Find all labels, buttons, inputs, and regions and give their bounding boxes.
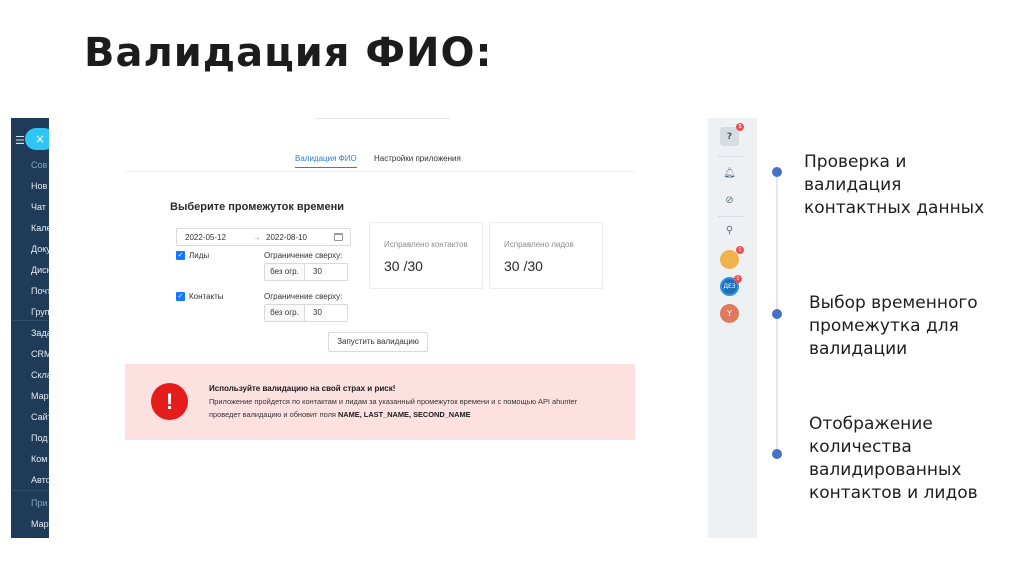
leads-limit-label: Ограничение сверху: [264, 251, 343, 260]
menu-icon[interactable]: ☰ [15, 134, 25, 147]
stat-label: Исправлено контактов [384, 240, 468, 249]
annotation-text: Проверка и валидация контактных данных [804, 152, 985, 218]
timeline-dot [772, 309, 782, 319]
run-validation-button[interactable]: Запустить валидацию [328, 332, 428, 352]
notification-badge: 1 [736, 123, 744, 131]
notification-badge: 1 [734, 275, 742, 283]
help-label: ? [726, 131, 733, 142]
limit-addon: без огр. [265, 305, 305, 321]
date-end[interactable]: 2022-08-10 [266, 233, 307, 242]
profile-avatar[interactable]: Y [720, 304, 739, 323]
sidebar-section-label: Сов [31, 160, 48, 170]
sidebar-item[interactable]: Мар [31, 519, 49, 529]
sidebar-item[interactable]: Под [31, 433, 48, 443]
calendar-icon[interactable] [334, 233, 343, 241]
left-navigation-sidebar: ☰ × Сов Нов Чат Кале Доку Диск Почт Груп… [11, 118, 49, 538]
sidebar-item[interactable]: Почт [31, 286, 49, 296]
sidebar-item[interactable]: Сайт [31, 412, 49, 422]
validation-app: Валидация ФИО Настройки приложения Выбер… [125, 118, 635, 538]
checkbox-checked-icon[interactable]: ✓ [176, 292, 185, 302]
stat-value: 30 /30 [384, 258, 423, 274]
toolbar-divider [718, 216, 744, 217]
sidebar-item[interactable]: Чат [31, 202, 46, 212]
contacts-limit-value[interactable]: 30 [313, 308, 322, 317]
alert-text-line: проведет валидацию и обновит поля NAME, … [209, 410, 471, 419]
bell-icon[interactable]: 🔔︎ [720, 164, 739, 183]
sidebar-item[interactable]: Кале [31, 223, 49, 233]
sidebar-item[interactable]: Груп [31, 307, 49, 317]
limit-addon: без огр. [265, 264, 305, 280]
sidebar-item[interactable]: Мар [31, 391, 49, 401]
leads-limit-input[interactable]: без огр. 30 [264, 263, 348, 281]
section-title: Выберите промежуток времени [170, 201, 345, 213]
annotation-text: Отображение количества валидированных ко… [809, 414, 978, 503]
sidebar-item[interactable]: Авто [31, 475, 49, 485]
contacts-label: Контакты [189, 292, 224, 301]
stat-value: 30 /30 [504, 258, 543, 274]
sidebar-divider [11, 490, 49, 491]
alert-text-line: Приложение пройдется по контактам и лида… [209, 397, 578, 406]
help-icon[interactable]: ? 1 [720, 123, 744, 146]
sidebar-item[interactable]: Зада [31, 328, 49, 338]
timeline-dot [772, 167, 782, 177]
leads-checkbox[interactable]: ✓ Лиды [176, 251, 210, 261]
checkbox-checked-icon[interactable]: ✓ [176, 251, 185, 261]
date-range-picker[interactable]: 2022-05-12 → 2022-08-10 [176, 228, 351, 246]
timer-icon[interactable]: ⊘ [720, 191, 739, 210]
sidebar-item[interactable]: CRM [31, 349, 49, 359]
alert-text-prefix: проведет валидацию и обновит поля [209, 410, 338, 419]
tab-bar: Валидация ФИО Настройки приложения [125, 154, 635, 172]
sidebar-section-label: При [31, 498, 48, 508]
sidebar-item[interactable]: Ком [31, 454, 47, 464]
stat-card-contacts: Исправлено контактов 30 /30 [369, 222, 483, 289]
stat-card-leads: Исправлено лидов 30 /30 [489, 222, 603, 289]
sidebar-divider [11, 320, 49, 321]
arrow-right-icon: → [253, 233, 261, 242]
group-avatar-label: ДЕЗ [723, 283, 736, 290]
sidebar-item[interactable]: Нов [31, 181, 47, 191]
contacts-limit-input[interactable]: без огр. 30 [264, 304, 348, 322]
contacts-checkbox[interactable]: ✓ Контакты [176, 292, 224, 302]
alert-title: Используйте валидацию на свой страх и ри… [209, 384, 396, 393]
contacts-limit-label: Ограничение сверху: [264, 292, 343, 301]
tab-fio-validation[interactable]: Валидация ФИО [295, 154, 357, 168]
slide-title: Валидация ФИО: [84, 30, 493, 76]
annotation-text: Выбор временного промежутка для валидаци… [809, 293, 978, 359]
alert-fields: NAME, LAST_NAME, SECOND_NAME [337, 410, 471, 419]
timeline-dot [772, 449, 782, 459]
search-icon[interactable]: ⚲ [720, 221, 739, 240]
user-avatar[interactable]: 1 [720, 246, 744, 269]
warning-alert: ! Используйте валидацию на свой страх и … [125, 364, 635, 440]
sidebar-item[interactable]: Диск [31, 265, 49, 275]
leads-limit-value[interactable]: 30 [313, 267, 322, 276]
sidebar-item[interactable]: Скла [31, 370, 49, 380]
leads-label: Лиды [189, 251, 210, 260]
exclamation-icon: ! [151, 383, 188, 420]
stat-label: Исправлено лидов [504, 240, 574, 249]
right-toolbar: ? 1 🔔︎ ⊘ ⚲ 1 ДЕЗ 1 Y [708, 118, 757, 538]
group-avatar[interactable]: ДЕЗ 1 [720, 275, 742, 296]
close-icon[interactable]: × [25, 128, 49, 150]
header-divider [315, 118, 450, 119]
toolbar-divider [718, 156, 744, 157]
sidebar-item[interactable]: Доку [31, 244, 49, 254]
notification-badge: 1 [736, 246, 744, 254]
date-start[interactable]: 2022-05-12 [185, 233, 226, 242]
tab-app-settings[interactable]: Настройки приложения [374, 154, 461, 163]
